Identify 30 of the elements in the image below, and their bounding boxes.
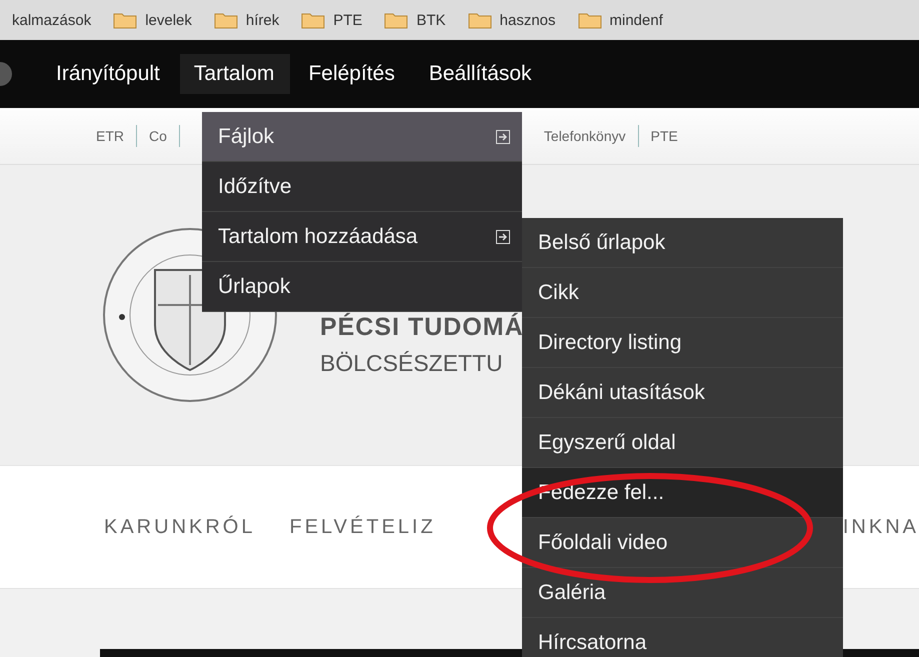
submenu-item[interactable]: Dékáni utasítások xyxy=(522,368,843,418)
submenu-item[interactable]: Főoldali video xyxy=(522,518,843,568)
nav-link[interactable]: INKNA xyxy=(842,516,919,538)
submenu-item[interactable]: Galéria xyxy=(522,568,843,618)
toolbar-menu-item[interactable]: Beállítások xyxy=(414,54,548,94)
site-title: PÉCSI TUDOMÁ xyxy=(320,313,524,342)
site-subtitle: BÖLCSÉSZETTU xyxy=(320,350,504,377)
bookmark-link[interactable]: PTE xyxy=(333,12,362,28)
dropdown-item[interactable]: Tartalom hozzáadása xyxy=(202,212,522,262)
toolbar-menu-item[interactable]: Irányítópult xyxy=(42,54,176,94)
toolbar-menu-item[interactable]: Tartalom xyxy=(180,54,290,94)
toolbar-menu-item[interactable]: Felépítés xyxy=(294,54,411,94)
bookmark-link[interactable]: hasznos xyxy=(500,12,556,28)
bookmark-link[interactable]: BTK xyxy=(416,12,446,28)
bookmark-link[interactable]: mindenf xyxy=(610,12,663,28)
submenu-item[interactable]: Directory listing xyxy=(522,318,843,368)
bookmark-link[interactable]: kalmazások xyxy=(12,12,92,28)
utility-link[interactable]: Telefonkönyv xyxy=(544,128,626,144)
bookmark-link[interactable]: levelek xyxy=(145,12,192,28)
dropdown-item[interactable]: Fájlok xyxy=(202,112,522,162)
nav-link[interactable]: KARUNKRÓL xyxy=(104,516,256,538)
submenu-item[interactable]: Cikk xyxy=(522,268,843,318)
utility-link[interactable]: ETR xyxy=(96,128,124,144)
nav-link[interactable]: FELVÉTELIZ xyxy=(289,516,436,538)
submenu-item[interactable]: Hírcsatorna xyxy=(522,618,843,657)
utility-link[interactable]: Co xyxy=(149,128,167,144)
submenu-item[interactable]: Belső űrlapok xyxy=(522,218,843,268)
bookmark-link[interactable]: hírek xyxy=(246,12,280,28)
dropdown-item[interactable]: Időzítve xyxy=(202,162,522,212)
utility-link[interactable]: PTE xyxy=(650,128,678,144)
